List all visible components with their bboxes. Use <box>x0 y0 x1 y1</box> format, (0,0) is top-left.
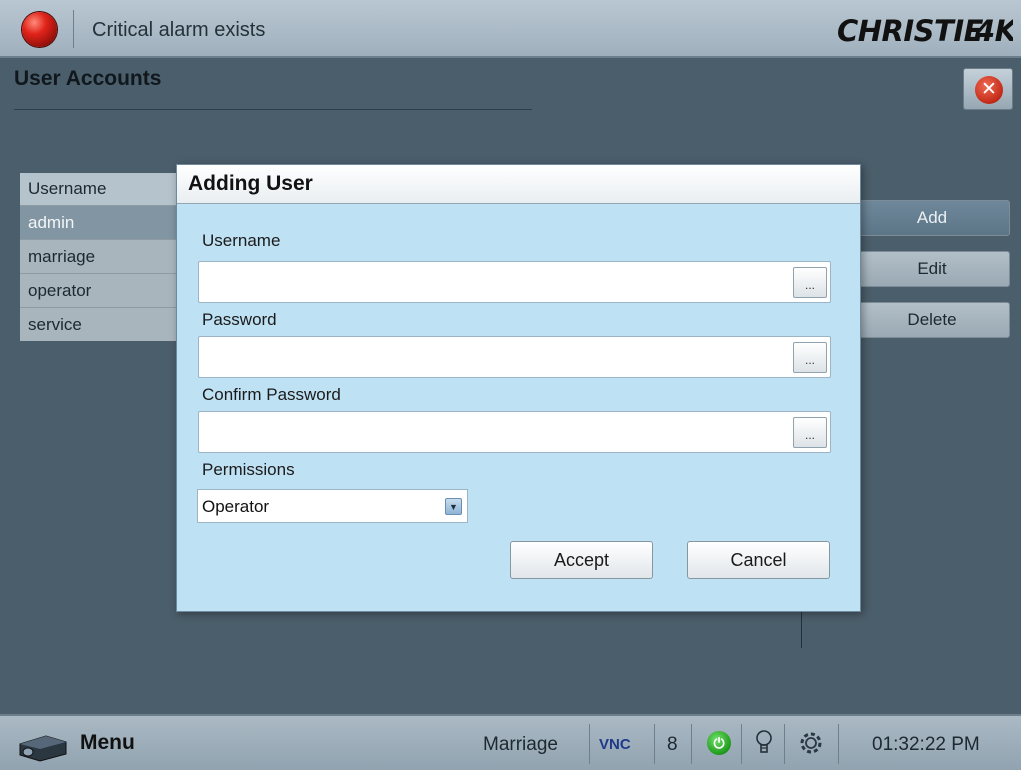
clock: 01:32:22 PM <box>872 734 980 755</box>
menu-label: Menu <box>80 731 135 754</box>
divider <box>784 724 785 764</box>
svg-text:4K: 4K <box>974 14 1013 48</box>
dropdown-arrow-icon[interactable]: ▼ <box>445 498 462 515</box>
brand-logo-mark: CHRISTIE 4K <box>837 14 1020 48</box>
title-underline <box>14 109 532 110</box>
confirm-password-field[interactable] <box>198 411 831 453</box>
dialog-title: Adding User <box>177 165 860 204</box>
divider <box>838 724 839 764</box>
channel-count: 8 <box>667 734 678 755</box>
column-header-username[interactable]: Username <box>20 173 180 205</box>
bottom-bar: Menu Marriage VNC 8 ⏻ 01:32:22 PM <box>0 714 1021 770</box>
alarm-status-text[interactable]: Critical alarm exists <box>92 19 265 42</box>
password-field[interactable] <box>198 336 831 378</box>
list-item-service[interactable]: service <box>20 307 180 341</box>
permissions-value: Operator <box>202 497 270 516</box>
alarm-led-icon[interactable] <box>22 12 57 47</box>
menu-button[interactable]: Menu <box>12 725 162 763</box>
accept-button[interactable]: Accept <box>510 541 653 579</box>
gear-icon[interactable] <box>796 728 826 758</box>
password-label: Password <box>202 310 277 329</box>
divider <box>654 724 655 764</box>
permissions-label: Permissions <box>202 460 295 479</box>
close-icon: ✕ <box>975 76 1003 104</box>
adding-user-dialog: Adding User Username ... Password ... Co… <box>176 164 861 612</box>
password-keyboard-button[interactable]: ... <box>793 342 827 373</box>
list-item-admin[interactable]: admin <box>20 205 180 239</box>
page-title: User Accounts <box>14 67 162 90</box>
delete-button[interactable]: Delete <box>854 302 1010 338</box>
username-keyboard-button[interactable]: ... <box>793 267 827 298</box>
svg-text:CHRISTIE: CHRISTIE <box>837 14 984 48</box>
confirm-password-keyboard-button[interactable]: ... <box>793 417 827 448</box>
divider <box>801 612 802 648</box>
username-field[interactable] <box>198 261 831 303</box>
confirm-password-label: Confirm Password <box>202 385 341 404</box>
projector-icon <box>19 735 67 762</box>
list-item-operator[interactable]: operator <box>20 273 180 307</box>
brand-logo: CHRISTIE 4K <box>835 13 1020 56</box>
current-user-label: Marriage <box>483 734 558 755</box>
user-list: Username admin marriage operator service <box>20 173 180 341</box>
lamp-icon[interactable] <box>754 729 774 757</box>
permissions-select[interactable]: Operator ▼ <box>197 489 468 523</box>
divider <box>741 724 742 764</box>
username-label: Username <box>202 231 281 250</box>
close-button[interactable]: ✕ <box>963 68 1013 110</box>
divider <box>73 10 74 48</box>
add-button[interactable]: Add <box>854 200 1010 236</box>
edit-button[interactable]: Edit <box>854 251 1010 287</box>
divider <box>691 724 692 764</box>
vnc-status[interactable]: VNC <box>599 736 631 753</box>
top-bar: Critical alarm exists CHRISTIE 4K <box>0 0 1021 58</box>
cancel-button[interactable]: Cancel <box>687 541 830 579</box>
power-icon[interactable]: ⏻ <box>707 731 731 755</box>
list-item-marriage[interactable]: marriage <box>20 239 180 273</box>
divider <box>589 724 590 764</box>
